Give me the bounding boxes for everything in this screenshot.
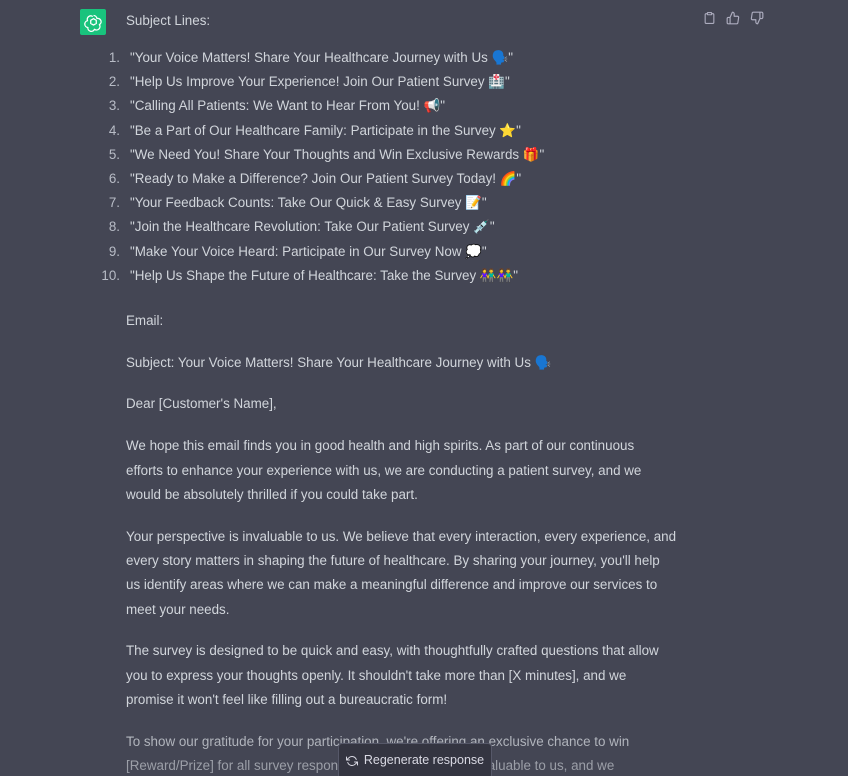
- email-heading: Email:: [126, 312, 164, 328]
- list-item: 1. "Your Voice Matters! Share Your Health…: [108, 50, 513, 65]
- email-subject: Subject: Your Voice Matters! Share Your …: [126, 354, 552, 370]
- subject-lines-heading: Subject Lines:: [126, 13, 211, 28]
- message-actions: [701, 10, 765, 26]
- thumbs-up-icon[interactable]: [725, 10, 741, 26]
- regenerate-label: Regenerate response: [363, 753, 485, 767]
- list-item: 6. "Ready to Make a Difference? Join Our …: [108, 170, 522, 186]
- regenerate-response-button[interactable]: Regenerate response: [338, 743, 492, 776]
- email-greeting: Dear [Customer's Name],: [126, 396, 277, 412]
- list-item: 7. "Your Feedback Counts: Take Our Quick …: [108, 195, 487, 211]
- list-item: 5. "We Need You! Share Your Thoughts and …: [108, 146, 545, 162]
- thumbs-down-icon[interactable]: [749, 10, 765, 26]
- clipboard-icon[interactable]: [701, 10, 717, 26]
- list-item: 8. "Join the Healthcare Revolution: Take …: [108, 219, 495, 235]
- list-item: 2. "Help Us Improve Your Experience! Join…: [108, 74, 510, 90]
- email-paragraph: Your perspective is invaluable to us. We…: [126, 528, 677, 617]
- list-item: 10. "Help Us Shape the Future of Healthca…: [101, 267, 518, 283]
- email-section: Email: Subject: Your Voice Matters! Shar…: [126, 309, 696, 776]
- email-paragraph: We hope this email finds you in good hea…: [126, 438, 642, 502]
- subject-lines-list: 1. "Your Voice Matters! Share Your Health…: [101, 46, 696, 288]
- email-paragraph: The survey is designed to be quick and e…: [126, 643, 659, 707]
- assistant-avatar: [80, 9, 106, 35]
- assistant-message: Subject Lines: 1. "Your Voice Matters! Sh…: [0, 0, 848, 776]
- openai-logo-icon: [83, 14, 102, 32]
- list-item: 4. "Be a Part of Our Healthcare Family: P…: [108, 122, 521, 138]
- refresh-icon: [345, 756, 358, 766]
- list-item: 9. "Make Your Voice Heard: Participate in…: [108, 243, 487, 259]
- list-item: 3. "Calling All Patients: We Want to Hear…: [108, 98, 445, 114]
- message-content: Subject Lines: 1. "Your Voice Matters! Sh…: [101, 13, 696, 776]
